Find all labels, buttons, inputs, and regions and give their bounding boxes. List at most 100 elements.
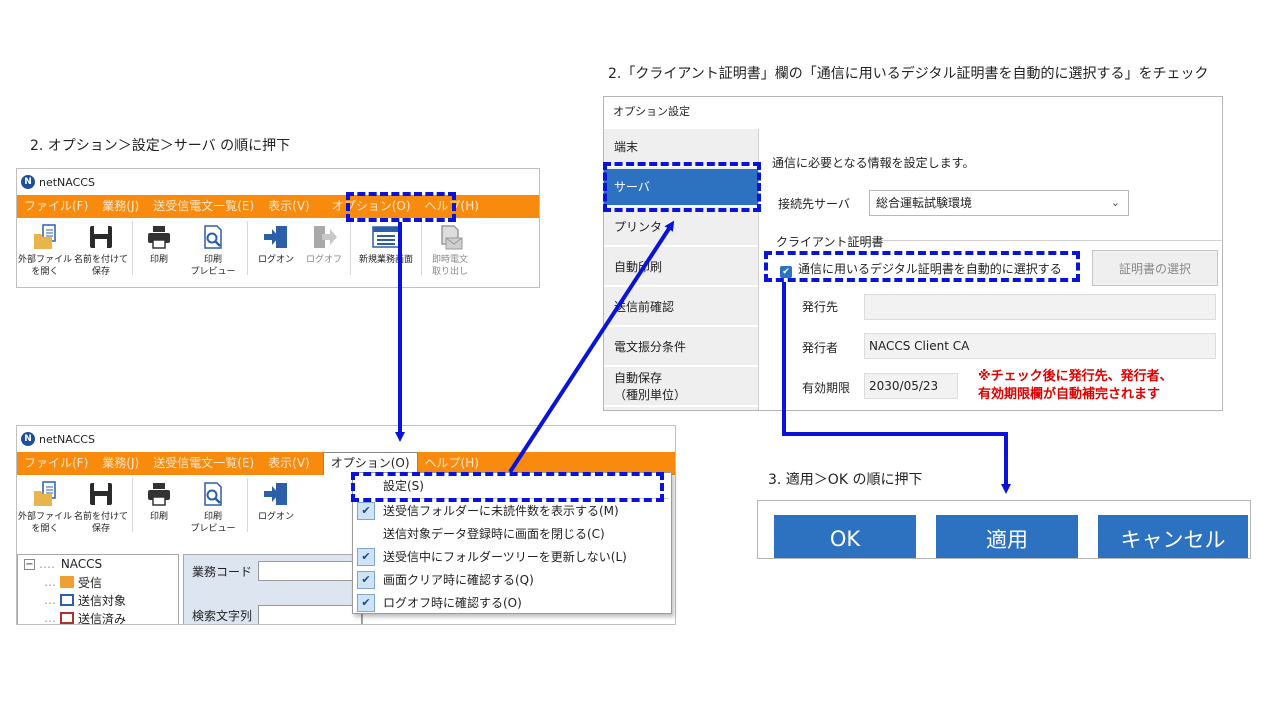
- folder-open-icon: [31, 478, 59, 510]
- tree-connector: …: [44, 575, 56, 589]
- auto-fill-note-line-2: 有効期限欄が自動補完されます: [978, 387, 1161, 402]
- server-select[interactable]: 総合運転試験環境 ⌄: [869, 190, 1129, 216]
- nav-auto-save-label-2: （種別単位）: [614, 388, 687, 402]
- mail-retrieve-icon: [436, 221, 464, 253]
- highlight-auto-select-checkbox: [764, 251, 1080, 282]
- nav-auto-save[interactable]: 自動保存 （種別単位）: [604, 369, 758, 407]
- client-cert-group-line: [858, 240, 1223, 241]
- menu-item-label: 送受信フォルダーに未読件数を表示する(M): [383, 504, 619, 518]
- folder-tree: − …. NACCS … 受信 … 送信対象 … 送信済み: [17, 554, 179, 625]
- title-bar: N netNACCS: [17, 426, 675, 452]
- instant-retrieve-label-1: 即時電文: [431, 255, 468, 265]
- logoff-icon: [310, 221, 338, 253]
- tree-root[interactable]: − …. NACCS: [18, 555, 178, 573]
- menu-message-list[interactable]: 送受信電文一覧(E): [146, 452, 261, 475]
- menu-item-close-on-register[interactable]: 送信対象データ登録時に画面を閉じる(C): [353, 522, 671, 545]
- print-button[interactable]: 印刷: [136, 478, 182, 523]
- logon-icon: [262, 221, 290, 253]
- nav-auto-print[interactable]: 自動印刷: [604, 249, 758, 287]
- tree-item-outbox[interactable]: … 送信対象: [18, 591, 178, 609]
- tree-item-sent[interactable]: … 送信済み: [18, 609, 178, 625]
- issuer-label: 発行者: [802, 341, 839, 355]
- dialog-title: オプション設定: [613, 105, 690, 118]
- netnaccs-app-icon: N: [21, 432, 35, 446]
- task-code-label: 業務コード: [192, 565, 253, 579]
- print-button[interactable]: 印刷: [136, 221, 182, 266]
- chevron-down-icon: ⌄: [1110, 196, 1120, 209]
- tree-item-inbox[interactable]: … 受信: [18, 573, 178, 591]
- nav-pre-send-confirm[interactable]: 送信前確認: [604, 289, 758, 327]
- open-external-label-2: を開く: [31, 524, 59, 534]
- toolbar-separator: [132, 478, 133, 532]
- dialog-description: 通信に必要となる情報を設定します。: [772, 156, 975, 170]
- menu-item-no-tree-update[interactable]: ✔ 送受信中にフォルダーツリーを更新しない(L): [353, 545, 671, 568]
- logoff-button[interactable]: ログオフ: [301, 221, 347, 266]
- menu-item-show-unread[interactable]: ✔ 送受信フォルダーに未読件数を表示する(M): [353, 499, 671, 522]
- logon-label: ログオン: [257, 255, 294, 265]
- open-external-file-button[interactable]: 外部ファイル を開く: [17, 221, 73, 278]
- title-bar: N netNACCS: [17, 169, 539, 195]
- apply-button[interactable]: 適用: [936, 515, 1078, 558]
- netnaccs-window-top: N netNACCS ファイル(F) 業務(J) 送受信電文一覧(E) 表示(V…: [16, 168, 540, 288]
- issuer-field: NACCS Client CA: [864, 333, 1216, 359]
- open-external-label-2: を開く: [31, 267, 59, 277]
- window-title: netNACCS: [39, 432, 95, 446]
- check-icon: ✔: [357, 501, 375, 520]
- toolbar: 外部ファイル を開く 名前を付けて 保存 印刷 印刷 プレビュー: [17, 218, 539, 280]
- menu-business[interactable]: 業務(J): [95, 452, 146, 475]
- print-preview-button[interactable]: 印刷 プレビュー: [182, 221, 244, 278]
- search-string-input[interactable]: [258, 605, 362, 624]
- select-certificate-button[interactable]: 証明書の選択: [1092, 250, 1218, 286]
- cancel-button[interactable]: キャンセル: [1098, 515, 1248, 558]
- menu-view[interactable]: 表示(V): [261, 452, 317, 475]
- menu-file[interactable]: ファイル(F): [17, 452, 95, 475]
- menu-item-confirm-logoff[interactable]: ✔ ログオフ時に確認する(O): [353, 591, 671, 614]
- step-apply-caption: 3. 適用＞OK の順に押下: [768, 472, 923, 488]
- tree-item-label: 送信済み: [78, 611, 127, 625]
- menu-item-label: ログオフ時に確認する(O): [383, 596, 522, 610]
- save-as-button[interactable]: 名前を付けて 保存: [73, 478, 129, 535]
- logon-button[interactable]: ログオン: [251, 221, 301, 266]
- search-string-label: 検索文字列: [192, 609, 253, 623]
- client-cert-group-label: クライアント証明書: [776, 235, 884, 249]
- menu-item-label: 送信対象データ登録時に画面を閉じる(C): [383, 527, 605, 541]
- nav-message-routing[interactable]: 電文振分条件: [604, 329, 758, 367]
- print-preview-button[interactable]: 印刷 プレビュー: [182, 478, 244, 535]
- ok-button[interactable]: OK: [774, 515, 916, 558]
- toolbar-separator: [132, 221, 133, 275]
- menu-file[interactable]: ファイル(F): [17, 195, 95, 218]
- step-client-cert-caption: 2.「クライアント証明書」欄の「通信に用いるデジタル証明書を自動的に選択する」を…: [608, 66, 1209, 82]
- toolbar-separator: [247, 221, 248, 275]
- open-external-file-button[interactable]: 外部ファイル を開く: [17, 478, 73, 535]
- menu-item-label: 送受信中にフォルダーツリーを更新しない(L): [383, 550, 627, 564]
- tree-connector: ….: [39, 557, 55, 571]
- server-label: 接続先サーバ: [778, 197, 850, 211]
- print-preview-label-2: プレビュー: [190, 267, 236, 277]
- menu-view[interactable]: 表示(V): [261, 195, 317, 218]
- highlight-server-nav: [603, 162, 761, 212]
- menu-item-confirm-clear[interactable]: ✔ 画面クリア時に確認する(Q): [353, 568, 671, 591]
- tree-item-label: 送信対象: [78, 593, 127, 608]
- issued-to-field: [864, 294, 1216, 320]
- task-code-input[interactable]: [258, 561, 362, 581]
- toolbar-separator: [247, 478, 248, 532]
- step-option-caption: 2. オプション＞設定＞サーバ の順に押下: [30, 138, 291, 154]
- logon-button[interactable]: ログオン: [251, 478, 301, 523]
- save-as-button[interactable]: 名前を付けて 保存: [73, 221, 129, 278]
- menu-message-list[interactable]: 送受信電文一覧(E): [146, 195, 261, 218]
- print-preview-label-1: 印刷: [203, 512, 222, 522]
- tree-collapse-icon[interactable]: −: [24, 558, 35, 570]
- instant-retrieve-button[interactable]: 即時電文 取り出し: [425, 221, 475, 278]
- print-preview-label-1: 印刷: [203, 255, 222, 265]
- highlight-settings-item: [351, 472, 664, 502]
- logon-icon: [262, 478, 290, 510]
- dialog-buttons-crop: OK 適用 キャンセル: [757, 500, 1251, 559]
- save-disk-icon: [87, 478, 115, 510]
- server-select-value: 総合運転試験環境: [876, 196, 973, 210]
- print-preview-icon: [199, 478, 227, 510]
- check-icon: ✔: [357, 570, 375, 589]
- nav-printer[interactable]: プリンタ: [604, 209, 758, 247]
- menu-business[interactable]: 業務(J): [95, 195, 146, 218]
- new-task-screen-button[interactable]: 新規業務画面: [354, 221, 418, 266]
- highlight-option-menu: [346, 192, 456, 222]
